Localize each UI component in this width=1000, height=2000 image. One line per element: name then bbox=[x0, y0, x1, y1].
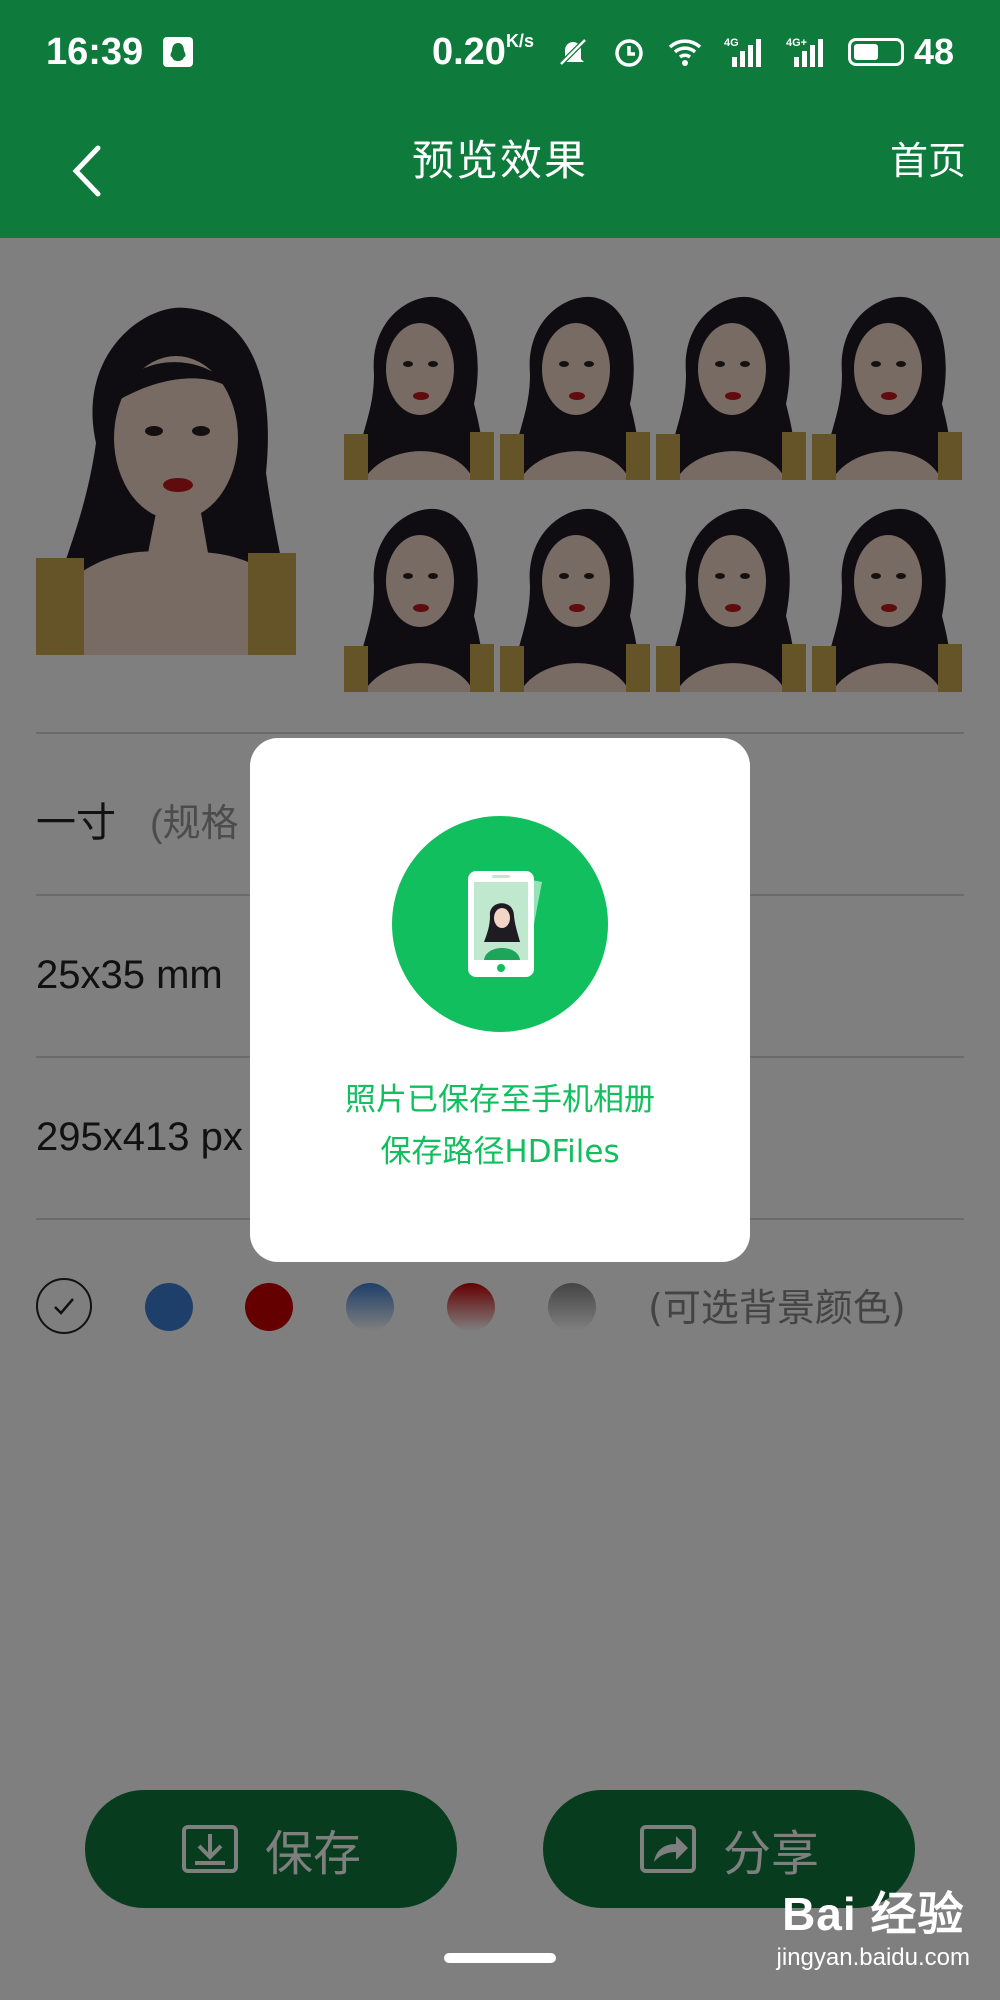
saved-circle bbox=[392, 816, 608, 1032]
dialog-path: 保存路径HDFiles bbox=[380, 1134, 620, 1170]
svg-text:4G+: 4G+ bbox=[786, 37, 807, 49]
page-title: 预览效果 bbox=[411, 136, 588, 185]
wifi-icon bbox=[668, 39, 702, 66]
alarm-icon bbox=[615, 39, 643, 67]
mute-icon bbox=[559, 38, 587, 66]
home-button[interactable]: 首页 bbox=[890, 104, 966, 218]
signal-4g-plus-icon: 4G+ bbox=[786, 37, 823, 67]
home-indicator[interactable] bbox=[444, 1953, 556, 1963]
baidu-jingyan-watermark: Bai 经验 jingyan.baidu.com bbox=[777, 1878, 970, 1972]
phone-photo-icon bbox=[468, 871, 542, 977]
battery-level: 48 bbox=[913, 31, 954, 72]
saved-dialog: 照片已保存至手机相册 保存路径HDFiles bbox=[250, 738, 750, 1262]
app-bar: 预览效果 首页 bbox=[0, 104, 1000, 238]
watermark-logo: Bai 经验 bbox=[782, 1888, 965, 1940]
battery-icon: 48 bbox=[847, 31, 954, 73]
watermark-url: jingyan.baidu.com bbox=[776, 1944, 970, 1971]
svg-text:4G: 4G bbox=[724, 37, 739, 49]
net-speed: 0.20K/s bbox=[431, 30, 534, 73]
dialog-message: 照片已保存至手机相册 bbox=[345, 1082, 655, 1118]
status-bar: 16:39 0.20K/s 4G 4G+ 48 bbox=[0, 0, 1000, 104]
qq-icon bbox=[163, 37, 194, 67]
signal-4g-icon: 4G bbox=[724, 37, 761, 67]
status-time: 16:39 bbox=[46, 30, 144, 73]
